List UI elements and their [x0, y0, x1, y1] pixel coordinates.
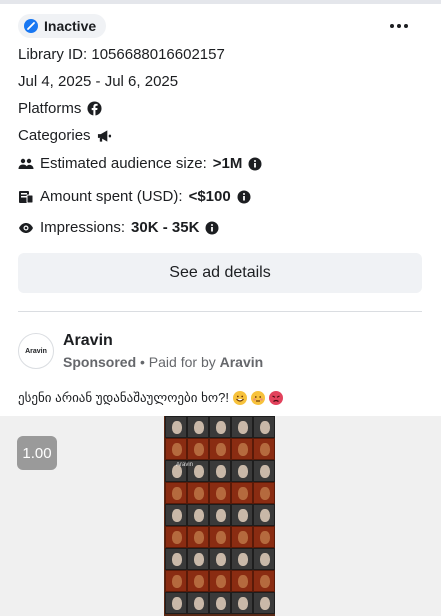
- video-tile: [231, 460, 253, 482]
- ad-video-frame[interactable]: Aravin: [164, 416, 275, 616]
- video-tile: [187, 482, 209, 504]
- facebook-icon[interactable]: [87, 101, 102, 116]
- ad-body-text: ესენი არიან უდანაშაულოები ხო?!: [18, 390, 283, 406]
- video-tile: [209, 592, 231, 614]
- video-tile: [187, 438, 209, 460]
- sponsored-line: Sponsored • Paid for by Aravin: [63, 354, 263, 370]
- spent-row: Amount spent (USD): <$100: [18, 188, 251, 205]
- video-tile: [209, 460, 231, 482]
- video-tile: [165, 526, 187, 548]
- video-tile: [187, 526, 209, 548]
- video-tile: [187, 548, 209, 570]
- status-badge: Inactive: [18, 14, 107, 38]
- video-tile: [209, 504, 231, 526]
- megaphone-icon[interactable]: [97, 129, 112, 143]
- video-tile: [231, 548, 253, 570]
- sponsored-label: Sponsored: [63, 354, 137, 370]
- impressions-value: 30K - 35K: [131, 219, 200, 236]
- info-icon[interactable]: [237, 190, 251, 204]
- video-tile: [187, 416, 209, 438]
- video-tile: [209, 482, 231, 504]
- status-label: Inactive: [44, 18, 97, 34]
- video-tile: [165, 504, 187, 526]
- platforms-row: Platforms: [18, 100, 102, 117]
- video-tile: [165, 570, 187, 592]
- ad-card: Inactive Library ID: 1056688016602157 Ju…: [0, 0, 441, 616]
- more-options-button[interactable]: [386, 16, 412, 36]
- video-tile: [231, 438, 253, 460]
- video-tile: [231, 416, 253, 438]
- more-dots-icon: [390, 24, 394, 28]
- audience-value: >1M: [212, 155, 243, 172]
- info-icon[interactable]: [248, 157, 262, 171]
- paid-for-prefix: • Paid for by: [136, 354, 220, 370]
- platforms-label: Platforms: [18, 100, 82, 117]
- impressions-row: Impressions: 30K - 35K: [18, 219, 219, 236]
- video-tile: [165, 592, 187, 614]
- categories-label: Categories: [18, 127, 91, 144]
- video-tile: [253, 482, 275, 504]
- ad-media[interactable]: Aravin: [0, 416, 441, 616]
- video-tile: [231, 504, 253, 526]
- library-id: Library ID: 1056688016602157: [18, 46, 225, 63]
- video-tile: [209, 570, 231, 592]
- people-icon: [18, 158, 34, 170]
- money-icon: [18, 190, 34, 204]
- video-tile: [209, 416, 231, 438]
- video-tile: [253, 438, 275, 460]
- video-tile: [209, 438, 231, 460]
- video-tile: [231, 526, 253, 548]
- date-range: Jul 4, 2025 - Jul 6, 2025: [18, 73, 179, 90]
- info-icon[interactable]: [205, 221, 219, 235]
- categories-row: Categories: [18, 127, 112, 144]
- video-tile: [187, 570, 209, 592]
- video-tile: [253, 548, 275, 570]
- spent-value: <$100: [188, 188, 231, 205]
- grinning-sweat-emoji: [232, 391, 247, 405]
- divider: [18, 311, 422, 312]
- advertiser-name[interactable]: Aravin: [63, 332, 113, 350]
- video-watermark: Aravin: [176, 462, 194, 468]
- audience-row: Estimated audience size: >1M: [18, 155, 262, 172]
- audience-label: Estimated audience size:: [40, 155, 207, 172]
- impressions-label: Impressions:: [40, 219, 126, 236]
- video-tile: [187, 504, 209, 526]
- playback-speed-button[interactable]: 1.00: [17, 436, 57, 470]
- face-emoji: [250, 391, 265, 405]
- video-tile: [187, 592, 209, 614]
- video-tile: [253, 526, 275, 548]
- video-tile: [165, 482, 187, 504]
- video-tile: [253, 416, 275, 438]
- video-tile: [165, 548, 187, 570]
- video-tile: [209, 548, 231, 570]
- video-tile: [165, 416, 187, 438]
- spent-label: Amount spent (USD):: [40, 188, 183, 205]
- video-tile: [165, 438, 187, 460]
- video-tile: [231, 592, 253, 614]
- eye-icon: [18, 222, 34, 234]
- video-tile: [209, 526, 231, 548]
- rage-face-emoji: [268, 391, 283, 405]
- video-tile: [253, 592, 275, 614]
- video-tile: [253, 460, 275, 482]
- inactive-status-icon: [24, 19, 38, 33]
- video-tile: [253, 570, 275, 592]
- top-border: [0, 0, 441, 4]
- video-tile: [231, 482, 253, 504]
- paid-for-name: Aravin: [219, 354, 264, 370]
- advertiser-avatar[interactable]: Aravin: [18, 333, 54, 369]
- video-tile: [253, 504, 275, 526]
- see-ad-details-button[interactable]: See ad details: [18, 253, 422, 293]
- video-tile: [231, 570, 253, 592]
